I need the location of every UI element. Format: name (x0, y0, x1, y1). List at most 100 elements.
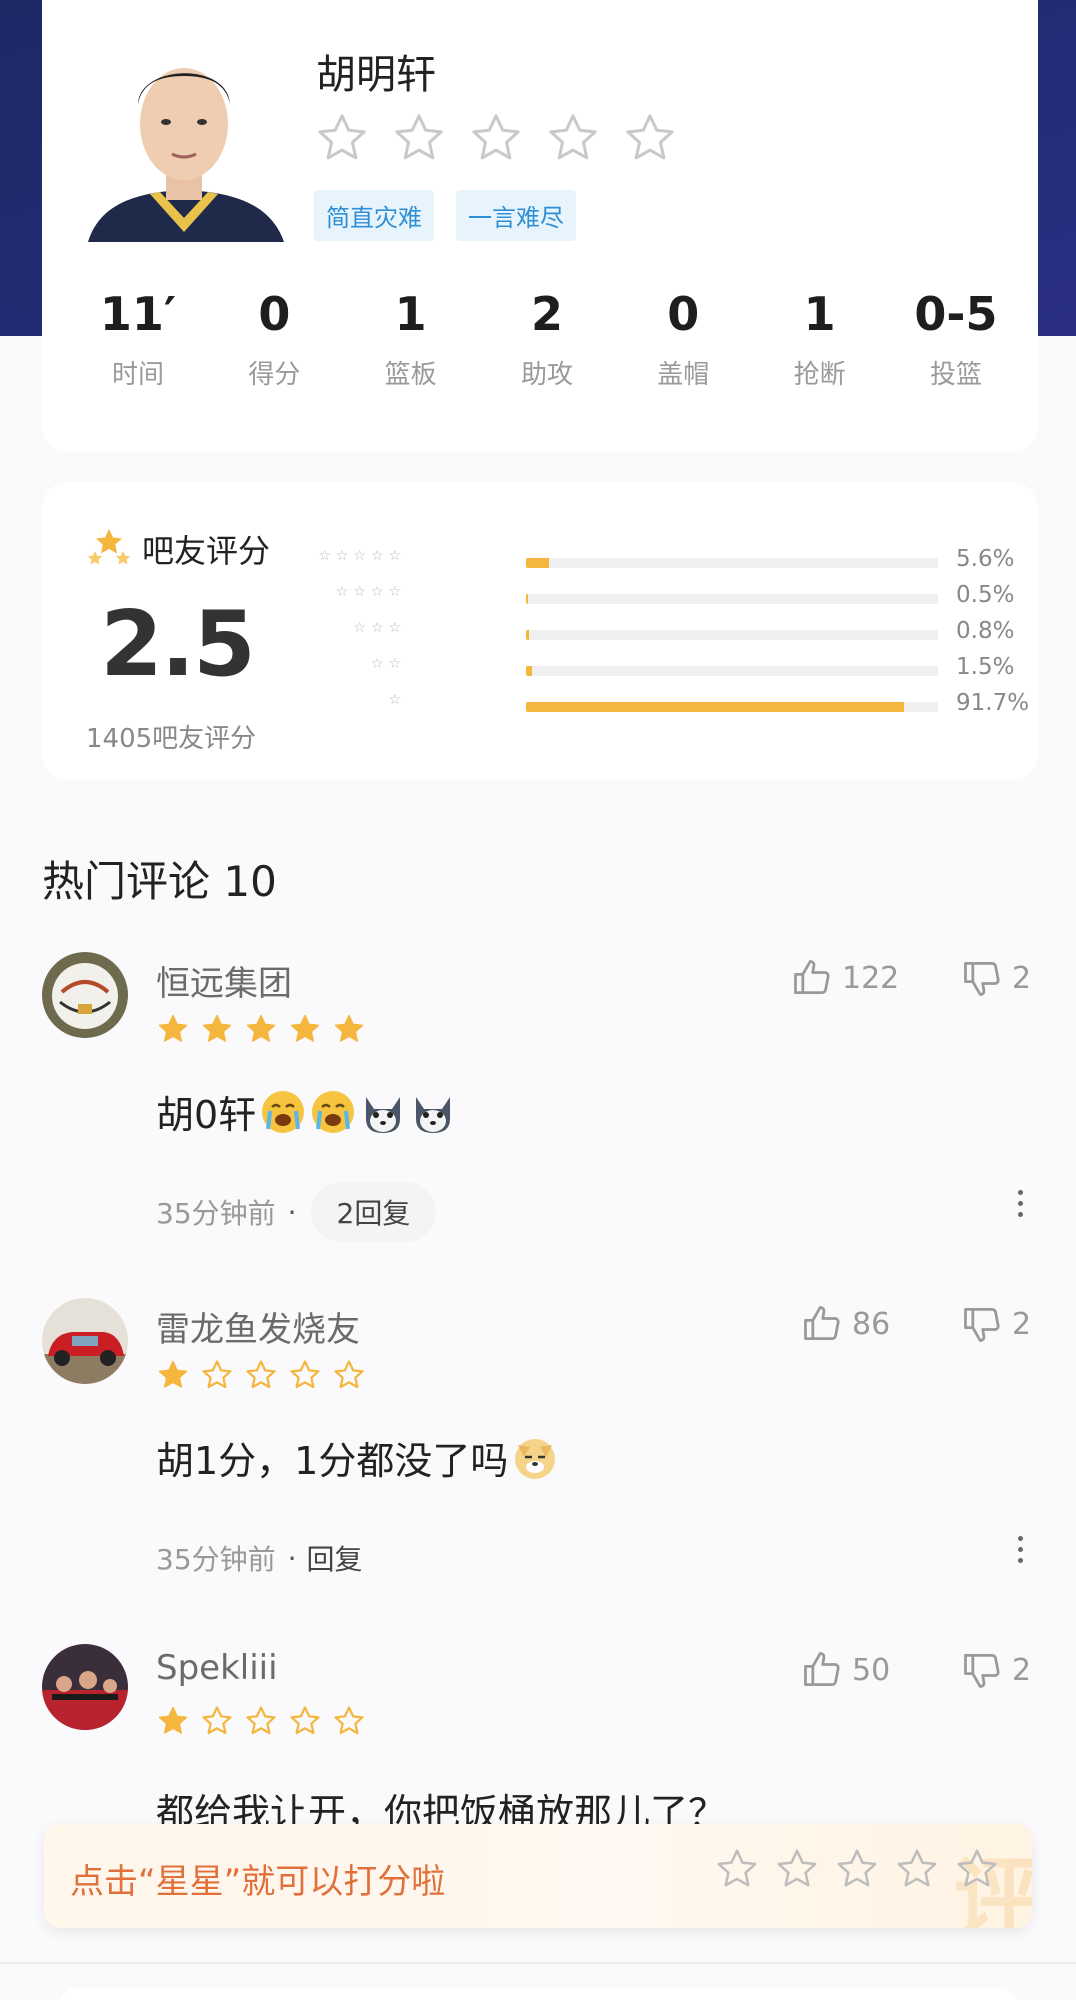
stat-value: 2 (530, 287, 563, 341)
avatar[interactable] (42, 1298, 128, 1384)
star-filled-icon (334, 1014, 364, 1042)
comment-meta: 35分钟前 · 回复 (156, 1528, 367, 1588)
star-filled-icon (290, 1014, 320, 1042)
thumbs-down-icon (964, 1653, 1000, 1688)
star-outline-icon[interactable] (774, 1846, 820, 1892)
player-avatar (80, 42, 288, 242)
player-stats: 11′ 时间 0 得分 1 篮板 2 助攻 0 盖帽 1 抢断 0-5 投篮 (72, 286, 1022, 391)
doge-emoji-icon (515, 1438, 556, 1479)
dislike-button[interactable]: 2 (960, 1648, 1031, 1692)
like-button[interactable]: 86 (800, 1302, 890, 1346)
distribution-bar (526, 666, 938, 676)
distribution-bar (526, 630, 938, 640)
avatar[interactable] (42, 952, 128, 1038)
comment-body: 胡1分，1分都没了吗 (156, 1439, 509, 1483)
star-filled-icon (158, 1706, 188, 1734)
thumbs-down-icon (964, 1307, 1000, 1342)
star-filled-icon (202, 1014, 232, 1042)
star-outline-icon[interactable] (545, 110, 601, 166)
distribution-stars: ☆☆☆☆☆ (318, 548, 406, 564)
meta-separator: · (287, 1541, 297, 1575)
like-count: 50 (852, 1652, 891, 1688)
player-tag[interactable]: 一言难尽 (456, 190, 576, 241)
more-icon[interactable] (1016, 1190, 1024, 1217)
comment-stars (156, 1012, 366, 1046)
star-outline-icon[interactable] (954, 1846, 1000, 1892)
like-count: 122 (842, 960, 900, 996)
star-outline-icon (202, 1706, 232, 1735)
rating-count: 1405吧友评分 (86, 724, 257, 754)
distribution-percent: 1.5% (956, 654, 1015, 680)
husky-emoji-icon (366, 1096, 401, 1133)
star-filled-icon (158, 1014, 188, 1042)
stat-label: 抢断 (793, 360, 846, 390)
star-outline-icon (334, 1706, 364, 1735)
distribution-percent: 0.5% (956, 582, 1015, 608)
hot-comments-header: 热门评论 10 (42, 857, 277, 906)
like-button[interactable]: 122 (790, 956, 899, 1000)
comment-username[interactable]: 恒远集团 (156, 956, 292, 1005)
stat-label: 助攻 (520, 360, 573, 390)
rating-title: 吧友评分 (142, 532, 271, 570)
stat-value: 0 (258, 287, 291, 341)
distribution-row: ☆☆☆ 0.8% (332, 614, 1032, 650)
star-outline-icon[interactable] (714, 1846, 760, 1892)
comment-username[interactable]: Spekliii (156, 1648, 278, 1688)
prompt-stars[interactable] (714, 1846, 1000, 1892)
star-outline-icon (202, 1360, 232, 1389)
stat-value: 1 (803, 287, 836, 341)
comment-username[interactable]: 雷龙鱼发烧友 (156, 1302, 360, 1351)
meta-separator: · (287, 1195, 297, 1229)
dislike-button[interactable]: 2 (960, 956, 1031, 1000)
player-card: 胡明轩 简直灾难 一言难尽 11′ 时间 0 得分 1 篮板 2 助攻 0 盖帽 1 抢断 … (42, 0, 1038, 452)
stat-label: 时间 (111, 360, 164, 390)
stat-label: 得分 (248, 360, 301, 390)
like-count: 86 (852, 1306, 891, 1342)
star-outline-icon (334, 1360, 364, 1389)
distribution-row: ☆ 91.7% (332, 686, 1032, 722)
thumbs-up-icon (804, 1652, 840, 1687)
rating-score: 2.5 (100, 592, 255, 697)
more-icon[interactable] (1016, 1536, 1024, 1563)
like-button[interactable]: 50 (800, 1648, 890, 1692)
stat-label: 盖帽 (657, 360, 710, 390)
star-outline-icon[interactable] (622, 110, 678, 166)
rating-title-row: 吧友评分 (86, 526, 270, 572)
distribution-stars: ☆ (388, 692, 406, 708)
dislike-count: 2 (1012, 960, 1032, 996)
comment-meta: 35分钟前 · 2回复 (156, 1182, 437, 1242)
thumbs-down-icon (964, 961, 1000, 996)
star-outline-icon[interactable] (314, 110, 370, 166)
star-filled-icon (246, 1014, 276, 1042)
reply-button[interactable]: 回复 (303, 1528, 367, 1588)
dislike-button[interactable]: 2 (960, 1302, 1031, 1346)
stat-value: 0 (667, 287, 700, 341)
player-rating-stars[interactable] (314, 110, 678, 166)
distribution-fill (526, 702, 904, 712)
star-outline-icon (290, 1360, 320, 1389)
star-outline-icon[interactable] (894, 1846, 940, 1892)
distribution-row: ☆☆☆☆☆ 5.6% (318, 542, 1032, 578)
avatar[interactable] (42, 1644, 128, 1730)
distribution-percent: 5.6% (956, 546, 1015, 572)
thumbs-up-icon (794, 960, 830, 995)
crying-emoji-icon (312, 1090, 355, 1133)
next-card-edge (60, 1988, 1016, 2000)
reply-button[interactable]: 2回复 (310, 1182, 437, 1242)
rate-prompt-bar[interactable]: 评 点击“星星”就可以打分啦 (44, 1824, 1032, 1928)
stat-shooting: 0-5 投篮 (890, 286, 1022, 391)
star-filled-icon (158, 1360, 188, 1388)
comment-text: 胡1分，1分都没了吗 (156, 1430, 558, 1485)
comment-stars (156, 1358, 366, 1392)
stat-steals: 1 抢断 (754, 286, 886, 391)
comment-stars (156, 1704, 366, 1738)
star-outline-icon[interactable] (834, 1846, 880, 1892)
player-tag[interactable]: 简直灾难 (314, 190, 434, 241)
fan-rating-card: 吧友评分 2.5 1405吧友评分 ☆☆☆☆☆ 5.6% ☆☆☆☆ 0.5% ☆… (42, 482, 1038, 780)
distribution-bar (526, 558, 938, 568)
stat-label: 篮板 (384, 360, 437, 390)
stat-value: 0-5 (914, 287, 998, 341)
stat-label: 投篮 (929, 360, 982, 390)
star-outline-icon[interactable] (391, 110, 447, 166)
star-outline-icon[interactable] (468, 110, 524, 166)
